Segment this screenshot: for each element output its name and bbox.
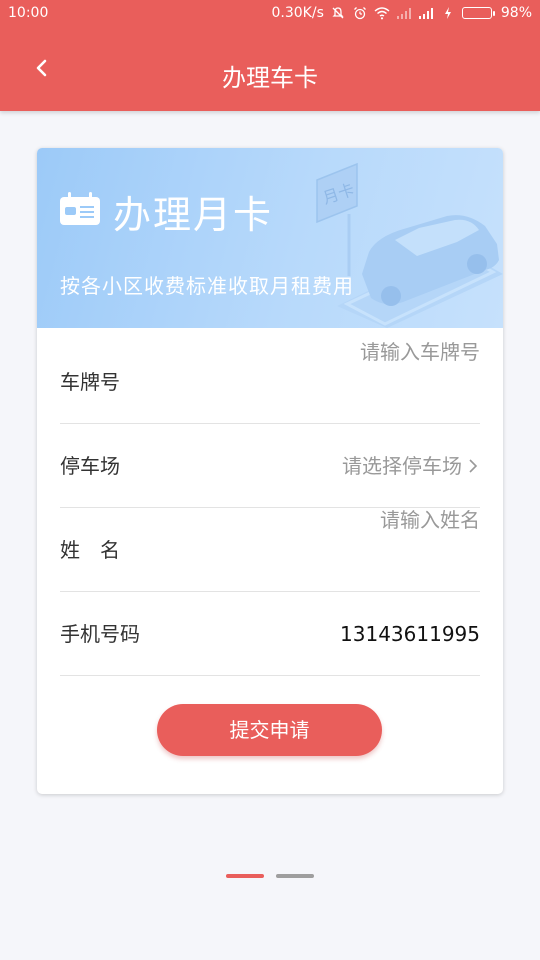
chevron-right-icon [469, 459, 478, 473]
mute-icon [330, 6, 346, 20]
parking-placeholder: 请选择停车场 [342, 454, 462, 478]
plate-input[interactable] [300, 340, 480, 364]
submit-button[interactable]: 提交申请 [157, 704, 382, 756]
pager-dot[interactable] [276, 874, 314, 878]
charging-icon [440, 6, 456, 20]
parking-row[interactable]: 停车场 请选择停车场 [60, 424, 480, 508]
alarm-icon [352, 6, 368, 20]
status-time: 10:00 [8, 5, 49, 21]
phone-label: 手机号码 [60, 622, 140, 646]
name-input[interactable] [300, 508, 480, 532]
page-title: 办理车卡 [222, 64, 318, 92]
parking-select[interactable]: 请选择停车场 [342, 424, 480, 508]
apply-card: 办理月卡 按各小区收费标准收取月租费用 月卡 车牌号 停车场 请选择停车场 [37, 148, 503, 794]
page-indicator [0, 874, 540, 878]
banner-title: 办理月卡 [113, 193, 274, 237]
pager-dot-active[interactable] [226, 874, 264, 878]
monthly-card-banner: 办理月卡 按各小区收费标准收取月租费用 月卡 [37, 148, 503, 328]
parking-label: 停车场 [60, 454, 120, 478]
phone-row[interactable]: 手机号码 13143611995 [60, 592, 480, 676]
app-header: 10:00 0.30K/s 98% 办理车卡 [0, 0, 540, 111]
plate-label: 车牌号 [60, 370, 120, 394]
status-icons: 0.30K/s 98% [272, 5, 533, 21]
car-illustration: 月卡 [316, 162, 503, 328]
name-label: 姓 名 [60, 538, 120, 562]
battery-percent: 98% [500, 5, 532, 21]
wifi-icon [374, 6, 390, 20]
battery-icon [461, 7, 495, 19]
network-speed: 0.30K/s [271, 5, 324, 21]
status-bar: 10:00 0.30K/s 98% [0, 0, 540, 28]
phone-value[interactable]: 13143611995 [340, 592, 480, 676]
name-row[interactable]: 姓 名 [60, 508, 480, 592]
signal-icon [418, 6, 434, 20]
card-icon [60, 192, 100, 225]
signal-icon [396, 6, 412, 20]
plate-row[interactable]: 车牌号 [60, 340, 480, 424]
